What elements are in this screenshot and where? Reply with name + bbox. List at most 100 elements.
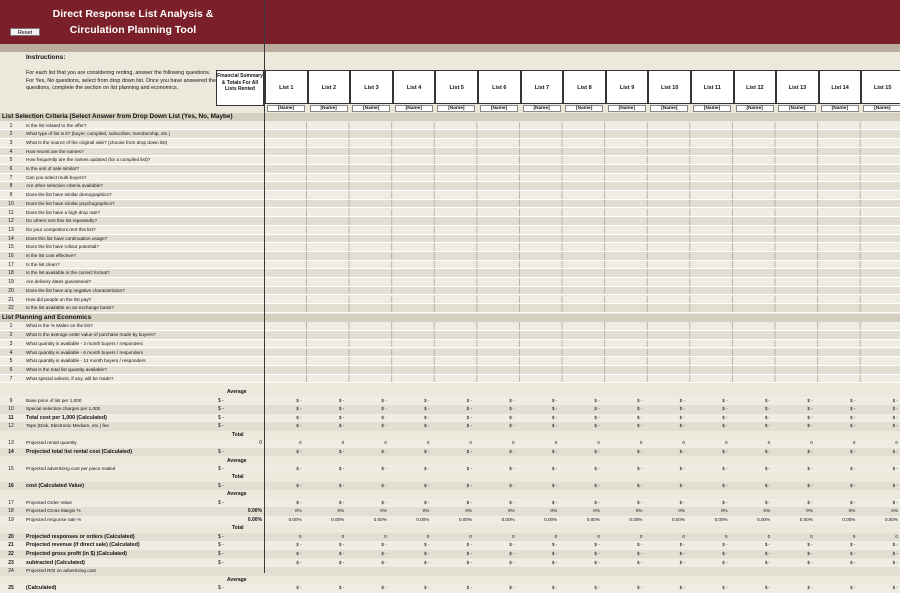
list-value-cell[interactable]: 0	[308, 439, 351, 447]
list-name-cell-1[interactable]: [Name]	[267, 105, 305, 112]
list-value-cell[interactable]: $ -	[265, 559, 308, 567]
list-value-cell[interactable]: $ -	[350, 422, 393, 430]
list-value-cell[interactable]: 0	[648, 439, 691, 447]
list-value-cell[interactable]: 0	[393, 533, 436, 541]
list-value-cell[interactable]: 0	[606, 439, 649, 447]
list-value-cell[interactable]: 0%	[478, 507, 521, 515]
answer-cells[interactable]	[264, 269, 900, 278]
list-value-cell[interactable]: $ -	[691, 422, 734, 430]
answer-cells[interactable]	[264, 182, 900, 191]
list-value-cell[interactable]: $ -	[648, 559, 691, 567]
list-value-cell[interactable]: $ -	[606, 414, 649, 422]
list-value-cell[interactable]: $ -	[691, 584, 734, 592]
list-value-cell[interactable]: $ -	[478, 550, 521, 558]
list-value-cell[interactable]: $ -	[776, 422, 819, 430]
list-value-cell[interactable]: $ -	[478, 448, 521, 456]
list-value-cell[interactable]: $ -	[691, 482, 734, 490]
list-value-cell[interactable]: $ -	[606, 584, 649, 592]
list-value-cell[interactable]: $ -	[606, 482, 649, 490]
list-value-cell[interactable]: $ -	[478, 465, 521, 473]
list-value-cell[interactable]: $ -	[563, 465, 606, 473]
list-value-cell[interactable]: $ -	[265, 405, 308, 413]
list-value-cell[interactable]: $ -	[776, 559, 819, 567]
list-value-cell[interactable]: $ -	[691, 550, 734, 558]
list-value-cell[interactable]: $ -	[521, 482, 564, 490]
list-name-cell-7[interactable]: [Name]	[522, 105, 561, 112]
list-name-cell-11[interactable]: [Name]	[693, 105, 731, 112]
list-value-cell[interactable]: 0	[734, 439, 777, 447]
list-value-cell[interactable]: 0	[478, 533, 521, 541]
list-value-cell[interactable]: 0%	[606, 507, 649, 515]
list-value-cell[interactable]: $ -	[265, 448, 308, 456]
list-value-cell[interactable]: 0%	[308, 507, 351, 515]
list-value-cell[interactable]: $ -	[393, 584, 436, 592]
list-value-cell[interactable]: $ -	[393, 550, 436, 558]
answer-cells[interactable]	[264, 252, 900, 260]
list-value-cell[interactable]: $ -	[648, 482, 691, 490]
list-value-cell[interactable]: 0.00%	[350, 516, 393, 524]
list-value-cell[interactable]: $ -	[734, 397, 777, 405]
list-value-cell[interactable]: 0	[819, 439, 862, 447]
list-value-cell[interactable]: $ -	[350, 584, 393, 592]
list-value-cell[interactable]: $ -	[734, 584, 777, 592]
answer-cells[interactable]	[264, 147, 900, 156]
list-value-cell[interactable]: $ -	[691, 499, 734, 507]
list-value-cell[interactable]: 0.00%	[393, 516, 436, 524]
list-value-cell[interactable]: $ -	[819, 584, 862, 592]
list-value-cell[interactable]: $ -	[563, 584, 606, 592]
list-value-cell[interactable]: $ -	[861, 405, 900, 413]
list-value-cell[interactable]: 0%	[648, 507, 691, 515]
list-value-cell[interactable]: $ -	[648, 584, 691, 592]
list-value-cell[interactable]: $ -	[734, 550, 777, 558]
list-value-cell[interactable]: 0	[563, 533, 606, 541]
list-value-cell[interactable]: $ -	[308, 541, 351, 549]
list-value-cell[interactable]: $ -	[861, 499, 900, 507]
list-value-cell[interactable]: 0.00%	[691, 516, 734, 524]
list-value-cell[interactable]: $ -	[435, 559, 478, 567]
list-value-cell[interactable]: 0	[691, 439, 734, 447]
answer-cells[interactable]	[264, 357, 900, 365]
list-value-cell[interactable]: $ -	[563, 482, 606, 490]
list-value-cell[interactable]: 0	[691, 533, 734, 541]
list-value-cell[interactable]: $ -	[606, 541, 649, 549]
list-value-cell[interactable]: $ -	[691, 541, 734, 549]
list-value-cell[interactable]: $ -	[265, 414, 308, 422]
list-value-cell[interactable]: 0	[308, 533, 351, 541]
list-value-cell[interactable]: 0	[435, 533, 478, 541]
list-value-cell[interactable]: $ -	[776, 448, 819, 456]
answer-cells[interactable]	[264, 191, 900, 199]
list-value-cell[interactable]: $ -	[691, 397, 734, 405]
list-value-cell[interactable]: $ -	[606, 448, 649, 456]
list-value-cell[interactable]: $ -	[435, 584, 478, 592]
list-value-cell[interactable]: $ -	[308, 559, 351, 567]
list-name-cell-9[interactable]: [Name]	[607, 105, 646, 112]
answer-cells[interactable]	[264, 208, 900, 217]
answer-cells[interactable]	[264, 322, 900, 331]
list-value-cell[interactable]: $ -	[819, 405, 862, 413]
list-value-cell[interactable]: 0.00%	[861, 516, 900, 524]
list-value-cell[interactable]: $ -	[734, 541, 777, 549]
list-value-cell[interactable]: $ -	[350, 465, 393, 473]
list-value-cell[interactable]: $ -	[563, 448, 606, 456]
list-value-cell[interactable]: $ -	[478, 405, 521, 413]
list-value-cell[interactable]: $ -	[435, 422, 478, 430]
answer-cells[interactable]	[264, 348, 900, 357]
list-value-cell[interactable]: $ -	[861, 397, 900, 405]
list-value-cell[interactable]: $ -	[734, 448, 777, 456]
list-value-cell[interactable]: $ -	[435, 499, 478, 507]
list-value-cell[interactable]: $ -	[350, 405, 393, 413]
list-value-cell[interactable]: 0	[861, 439, 900, 447]
list-value-cell[interactable]: $ -	[819, 422, 862, 430]
list-name-cell-6[interactable]: [Name]	[480, 105, 518, 112]
list-value-cell[interactable]: $ -	[435, 541, 478, 549]
list-value-cell[interactable]: $ -	[521, 448, 564, 456]
list-value-cell[interactable]: 0	[648, 533, 691, 541]
list-value-cell[interactable]: $ -	[776, 405, 819, 413]
list-value-cell[interactable]: $ -	[606, 397, 649, 405]
list-value-cell[interactable]: $ -	[606, 550, 649, 558]
list-value-cell[interactable]: $ -	[350, 550, 393, 558]
list-value-cell[interactable]: $ -	[265, 550, 308, 558]
list-value-cell[interactable]: 0.00%	[308, 516, 351, 524]
list-value-cell[interactable]: 0.00%	[521, 516, 564, 524]
list-value-cell[interactable]: $ -	[691, 414, 734, 422]
